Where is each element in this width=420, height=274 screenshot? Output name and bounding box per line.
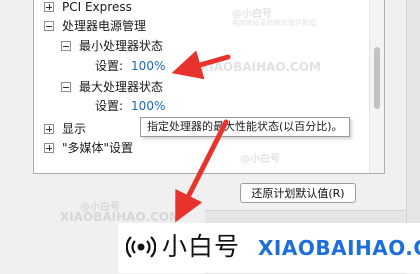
- dialog-footer: [0, 210, 118, 273]
- tree-item-display[interactable]: 显示: [44, 120, 86, 138]
- radio-waves-icon: [126, 236, 156, 258]
- tooltip: 指定处理器的最大性能状态(以百分比)。: [140, 117, 350, 137]
- tree-item-label: PCI Express: [62, 0, 132, 14]
- collapse-minus-icon[interactable]: [61, 41, 71, 51]
- tree-item-label: 最大处理器状态: [79, 80, 164, 94]
- scrollbar-thumb[interactable]: [374, 47, 380, 109]
- collapse-minus-icon[interactable]: [61, 82, 71, 92]
- expand-plus-icon[interactable]: [44, 143, 54, 153]
- tree-item-label: 最小处理器状态: [79, 39, 164, 53]
- restore-defaults-button[interactable]: 还原计划默认值(R): [240, 183, 356, 203]
- power-options-dialog: PCI Express 处理器电源管理 最小处理器状态 设置: 100% 最大处…: [0, 0, 420, 274]
- tree-item-label: 处理器电源管理: [62, 19, 147, 33]
- setting-label: 设置:: [95, 99, 124, 113]
- setting-value[interactable]: 100%: [131, 57, 165, 75]
- setting-label: 设置:: [95, 59, 124, 73]
- banner-brand-name: 小白号: [162, 232, 241, 261]
- tree-item-label: "多媒体"设置: [62, 141, 134, 155]
- min-state-setting[interactable]: 设置: 100%: [95, 57, 165, 75]
- tree-item-min-processor-state[interactable]: 最小处理器状态: [61, 37, 163, 55]
- expand-plus-icon[interactable]: [44, 2, 54, 12]
- site-banner: 小白号 XIAOBAIHAO.COM: [118, 223, 420, 273]
- collapse-minus-icon[interactable]: [44, 21, 54, 31]
- banner-site-url[interactable]: XIAOBAIHAO.COM: [258, 230, 420, 266]
- tree-item-pci-express[interactable]: PCI Express: [44, 0, 132, 16]
- tree-item-multimedia[interactable]: "多媒体"设置: [44, 139, 133, 157]
- max-state-setting[interactable]: 设置: 100%: [95, 97, 165, 115]
- tree-item-label: 显示: [62, 122, 87, 136]
- power-settings-tree[interactable]: PCI Express 处理器电源管理 最小处理器状态 设置: 100% 最大处…: [33, 0, 385, 174]
- expand-plus-icon[interactable]: [44, 124, 54, 134]
- vertical-scrollbar[interactable]: [369, 0, 384, 173]
- tree-item-processor-power[interactable]: 处理器电源管理: [44, 17, 146, 35]
- setting-value[interactable]: 100%: [131, 97, 165, 115]
- tree-item-max-processor-state[interactable]: 最大处理器状态: [61, 78, 163, 96]
